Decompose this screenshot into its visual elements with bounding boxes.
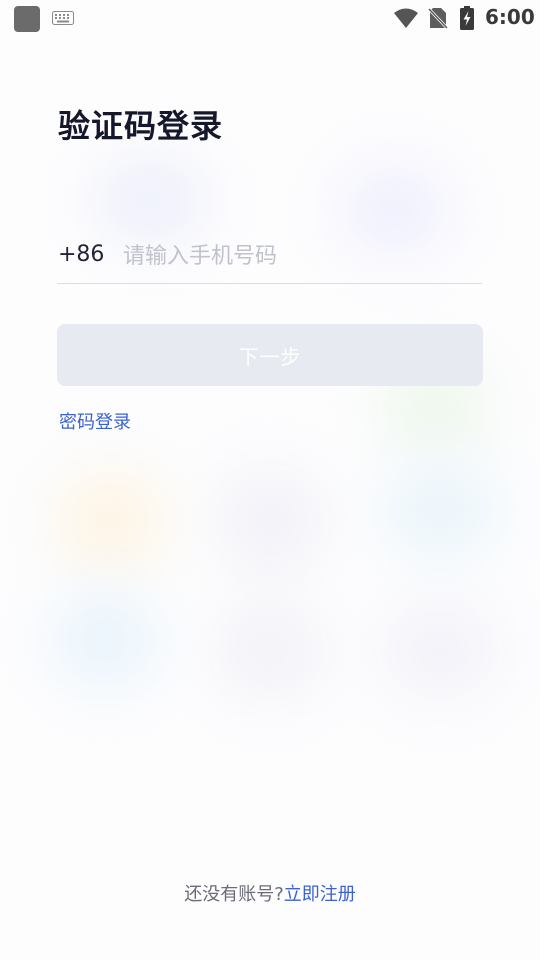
country-code[interactable]: +86 — [58, 242, 104, 267]
background-blob — [215, 600, 325, 700]
register-prompt-text: 还没有账号? — [184, 884, 284, 905]
register-prompt: 还没有账号?立即注册 — [0, 880, 540, 906]
register-link[interactable]: 立即注册 — [284, 884, 356, 905]
background-blob — [380, 460, 500, 560]
phone-input-row: +86 — [57, 236, 482, 284]
background-blob — [380, 600, 500, 700]
next-button[interactable]: 下一步 — [57, 324, 483, 386]
background-blob — [55, 470, 165, 570]
no-sim-icon — [428, 7, 448, 29]
phone-number-input[interactable] — [123, 238, 473, 274]
background-blob — [95, 160, 205, 240]
app-icon — [14, 6, 40, 32]
background-blob — [215, 470, 325, 570]
background-blob — [50, 590, 160, 690]
page-title: 验证码登录 — [58, 107, 224, 145]
status-bar: 6:00 — [0, 0, 540, 36]
wifi-icon — [394, 8, 418, 28]
keyboard-icon — [52, 11, 74, 25]
password-login-link[interactable]: 密码登录 — [59, 408, 131, 434]
battery-charging-icon — [460, 6, 474, 30]
status-time: 6:00 — [485, 5, 535, 29]
